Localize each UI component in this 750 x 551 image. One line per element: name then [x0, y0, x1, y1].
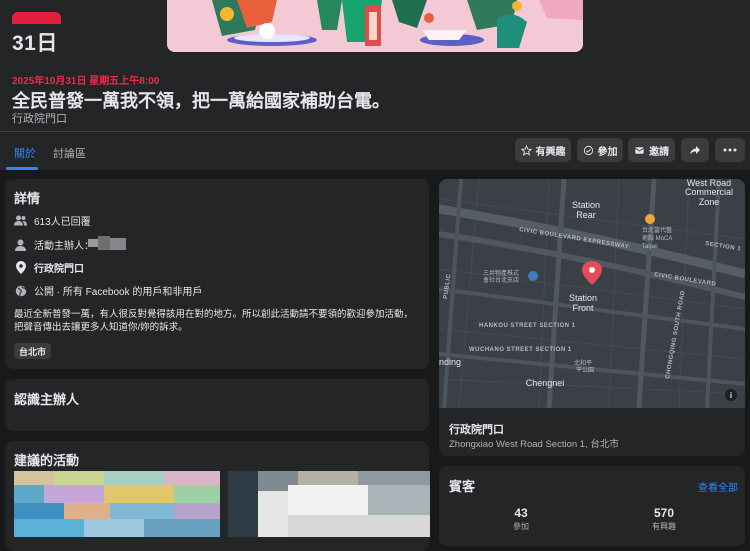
map-road-label: WUCHANG STREET SECTION 1: [469, 347, 572, 353]
active-tab-indicator: [6, 167, 38, 170]
details-title: 詳情: [14, 191, 41, 206]
share-button[interactable]: [681, 138, 709, 162]
responded-row: 613人已回覆: [14, 213, 91, 228]
guests-title: 賓客: [449, 479, 476, 494]
map-poi-label: 北和平: [574, 359, 592, 367]
date-badge: 31日: [12, 12, 61, 57]
map-poi-label: 台北當代藝: [642, 226, 672, 234]
map-area-label: Commercial: [685, 187, 733, 197]
invite-label: 邀請: [649, 146, 669, 158]
map-poi-label: 三井物產株式: [483, 269, 519, 277]
interested-count: 570: [653, 506, 675, 520]
map-area-label: Station: [569, 293, 597, 303]
event-title: 全民普發一萬我不領，把一萬給國家補助台電。: [12, 91, 390, 111]
interested-stat[interactable]: 570 有興趣: [634, 506, 694, 532]
share-arrow-icon: [690, 146, 700, 155]
event-description: 最近全新普發一萬，有人很反對覺得該用在對的地方。所以創此活動請不要領的歡迎參加活…: [14, 309, 414, 333]
location-row: 行政院門口: [14, 260, 84, 275]
going-label: 參加: [597, 146, 618, 158]
going-button[interactable]: 參加: [577, 138, 623, 162]
tab-about[interactable]: 關於: [14, 145, 36, 161]
going-count: 43: [514, 506, 528, 520]
event-datetime: 2025年10月31日 星期五上午8:00: [12, 76, 160, 87]
people-icon: [14, 214, 27, 227]
envelope-icon: [635, 146, 644, 154]
location-text[interactable]: 行政院門口: [34, 260, 84, 275]
interested-stat-label: 有興趣: [652, 522, 676, 531]
person-icon: [14, 238, 27, 251]
guests-card: [439, 466, 745, 546]
privacy-row: 公開 · 所有 Facebook 的用戶和非用戶: [14, 283, 202, 298]
svg-text:i: i: [730, 391, 732, 400]
host-row: 活動主辦人：: [14, 237, 94, 252]
map-view[interactable]: CIVIC BOULEVARD EXPRESSWAY CIVIC BOULEVA…: [439, 179, 745, 408]
suggested-event-thumbnail-2[interactable]: [228, 471, 430, 537]
host-name-redacted[interactable]: [88, 236, 126, 250]
cover-image: [167, 0, 583, 52]
map-pin-icon: [14, 261, 27, 274]
check-circle-icon: [583, 145, 593, 155]
event-day: 31日: [12, 32, 58, 55]
suggested-title: 建議的活動: [14, 453, 80, 468]
location-tag[interactable]: 台北市: [14, 343, 52, 359]
map-poi-label: 術館 MoCA: [642, 234, 672, 242]
map-poi-label: Taipei: [642, 244, 658, 250]
map-area-label: Rear: [576, 210, 596, 220]
map-area-label: Station: [572, 200, 600, 210]
privacy-text: 公開 · 所有 Facebook 的用戶和非用戶: [34, 287, 203, 298]
map-area-label: Front: [572, 303, 594, 313]
map-road-label: HANKOU STREET SECTION 1: [479, 323, 576, 329]
suggested-event-thumbnail[interactable]: [14, 471, 220, 537]
interested-label: 有興趣: [535, 146, 566, 158]
tab-discussion[interactable]: 討論區: [53, 145, 86, 161]
map-area-label: Zone: [699, 197, 720, 207]
interested-button[interactable]: 有興趣: [515, 138, 571, 162]
responded-count: 613人已回覆: [34, 217, 91, 228]
museum-poi-icon: [645, 214, 655, 224]
star-icon: [520, 144, 532, 156]
globe-icon: [14, 284, 27, 297]
more-dots-icon: [723, 148, 737, 152]
event-location[interactable]: 行政院門口: [12, 110, 67, 126]
map-poi-label: 平公園: [576, 367, 594, 374]
see-all-link[interactable]: 查看全部: [698, 479, 738, 494]
host-prefix: 活動主辦人：: [34, 241, 94, 252]
map-address: Zhongxiao West Road Section 1, 台北市: [449, 439, 619, 450]
more-options-button[interactable]: [715, 138, 745, 162]
calendar-ring: [12, 12, 61, 24]
map-place-name[interactable]: 行政院門口: [449, 421, 504, 437]
map-area-label: nding: [439, 357, 461, 367]
going-stat[interactable]: 43 參加: [491, 506, 551, 532]
map-poi-label: 會社台北支店: [483, 276, 519, 284]
poi-star-icon: [528, 271, 538, 281]
hosts-title: 認識主辦人: [14, 392, 80, 407]
map-area-label: Chengnei: [526, 378, 565, 388]
going-stat-label: 參加: [513, 522, 529, 531]
invite-button[interactable]: 邀請: [628, 138, 675, 162]
